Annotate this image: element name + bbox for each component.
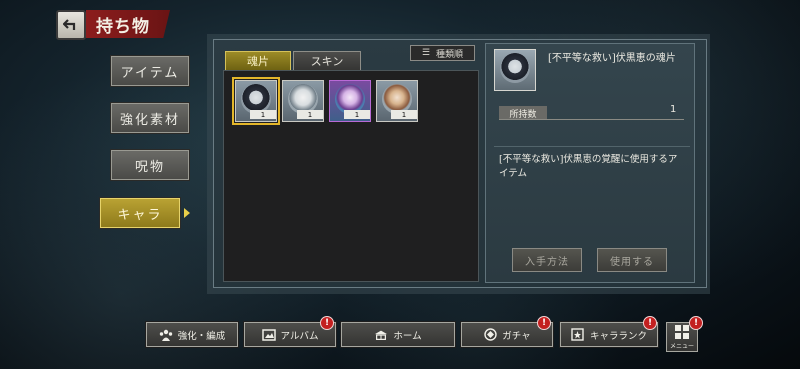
item-count: 1 [344, 110, 370, 119]
nav-label: キャラランク [589, 330, 647, 342]
notification-badge: ! [643, 316, 657, 330]
detail-item-icon [494, 49, 536, 91]
nav-label: 強化・編成 [177, 330, 226, 342]
sort-list-icon: ☰ [421, 48, 431, 58]
back-button[interactable] [56, 10, 86, 40]
sidebar-item-cursed-objects[interactable]: 呪物 [110, 149, 190, 181]
item-card[interactable]: 1 [376, 80, 418, 122]
sort-button[interactable]: ☰ 種類順 [410, 45, 475, 61]
album-icon [261, 328, 276, 341]
item-count: 1 [391, 110, 417, 119]
active-indicator-arrow-icon [184, 208, 190, 218]
page-title: 持ち物 [86, 10, 170, 38]
quantity-label: 所持数 [499, 106, 547, 120]
party-icon [159, 329, 173, 341]
menu-label: メニュー [669, 342, 694, 350]
detail-description: [不平等な救い]伏黒恵の覚醒に使用するアイテム [499, 154, 678, 179]
nav-label: ガチャ [502, 330, 531, 342]
divider [499, 119, 684, 120]
sidebar-item-materials[interactable]: 強化素材 [110, 102, 190, 134]
selection-frame [232, 77, 280, 125]
notification-badge: ! [689, 316, 703, 330]
acquire-method-button[interactable]: 入手方法 [512, 248, 582, 272]
sidebar-item-characters[interactable]: キャラ [99, 197, 181, 229]
sidebar-item-items[interactable]: アイテム [110, 55, 190, 87]
nav-label: アルバム [280, 330, 319, 342]
back-arrow-icon [63, 19, 76, 30]
nav-enhance-formation-button[interactable]: 強化・編成 [145, 321, 239, 348]
tab-soul-fragments[interactable]: 魂片 [225, 51, 291, 71]
item-card[interactable]: 1 [282, 80, 324, 122]
quantity-value: 1 [670, 104, 677, 115]
use-button[interactable]: 使用する [597, 248, 667, 272]
gacha-icon [483, 328, 497, 341]
home-icon [374, 329, 388, 341]
grid-menu-icon [675, 324, 689, 339]
tab-skins[interactable]: スキン [293, 51, 361, 71]
item-card[interactable]: 1 [329, 80, 371, 122]
nav-home-button[interactable]: ホーム [340, 321, 456, 348]
notification-badge: ! [537, 316, 551, 330]
detail-item-name: [不平等な救い]伏黒恵の魂片 [548, 53, 676, 64]
nav-label: ホーム [393, 330, 422, 342]
item-count: 1 [297, 110, 323, 119]
rank-icon [571, 328, 585, 341]
sort-label: 種類順 [436, 49, 464, 60]
notification-badge: ! [320, 316, 334, 330]
divider [494, 146, 690, 147]
